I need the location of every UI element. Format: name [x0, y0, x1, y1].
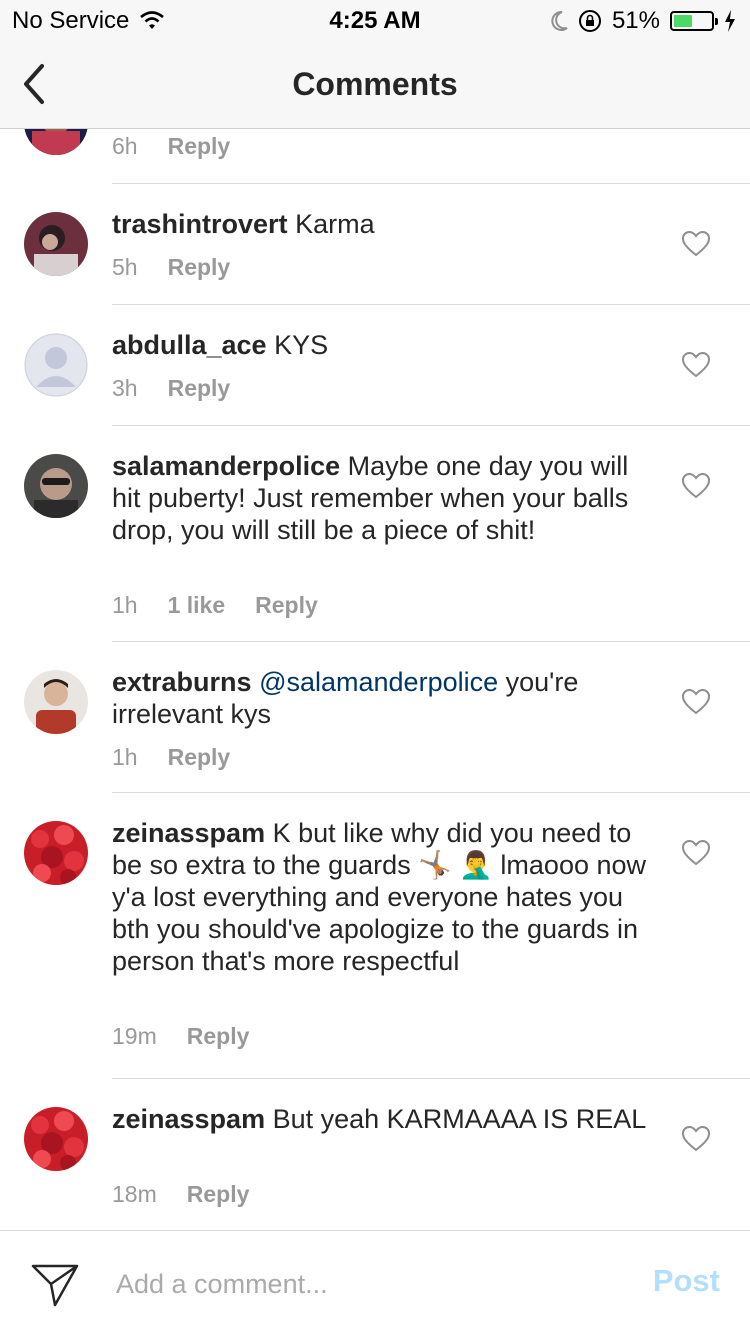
comments-list[interactable]: 6h Reply trashintrovert Karma 5h Reply a…: [0, 129, 750, 1229]
comment-username[interactable]: zeinasspam: [112, 1104, 265, 1134]
reply-button[interactable]: Reply: [168, 744, 231, 771]
divider: [112, 792, 750, 793]
avatar[interactable]: [24, 333, 88, 397]
divider: [112, 1078, 750, 1079]
navigation-bar: Comments: [0, 40, 750, 129]
comment-meta: 1h Reply: [112, 744, 230, 771]
page-title: Comments: [292, 66, 458, 102]
battery-icon: [670, 11, 718, 31]
avatar-photo: [24, 1107, 88, 1171]
status-right: 51%: [550, 7, 736, 35]
comment-username[interactable]: extraburns: [112, 667, 252, 697]
comment-body: But yeah KARMAAAA IS REAL: [272, 1104, 647, 1134]
comment-time: 5h: [112, 254, 138, 280]
comment-time: 6h: [112, 133, 138, 159]
divider: [112, 641, 750, 642]
avatar-photo: [24, 212, 88, 276]
comment-text: zeinasspam K but like why did you need t…: [112, 817, 657, 977]
avatar-photo: [24, 821, 88, 885]
comment-text: zeinasspam But yeah KARMAAAA IS REAL: [112, 1103, 657, 1135]
like-count[interactable]: 1 like: [168, 592, 226, 619]
battery-nub: [715, 18, 718, 25]
comment-time: 3h: [112, 375, 138, 401]
rotation-lock-icon: [578, 10, 601, 32]
comment-meta: 3h Reply: [112, 375, 230, 402]
comment-mention[interactable]: @salamanderpolice: [259, 667, 498, 697]
battery-fill: [674, 15, 693, 27]
comment-meta: 5h Reply: [112, 254, 230, 281]
default-avatar-icon: [24, 333, 88, 397]
charging-bolt-icon: [725, 10, 735, 32]
comment-time: 1h: [112, 592, 138, 618]
battery-percent: 51%: [611, 7, 660, 34]
comment-body: KYS: [274, 330, 329, 360]
comment-input[interactable]: [114, 1261, 618, 1307]
comment-username[interactable]: abdulla_ace: [112, 330, 267, 360]
divider: [112, 304, 750, 305]
comment-username[interactable]: trashintrovert: [112, 209, 288, 239]
comment-meta: 18m Reply: [112, 1181, 249, 1208]
comment-text: abdulla_ace KYS: [112, 329, 657, 361]
reply-button[interactable]: Reply: [168, 133, 231, 160]
heart-icon[interactable]: [682, 840, 710, 866]
comment-time: 18m: [112, 1181, 157, 1207]
comment-text: salamanderpolice Maybe one day you will …: [112, 450, 657, 546]
comment-meta: 19m Reply: [112, 1023, 249, 1050]
avatar[interactable]: [24, 670, 88, 734]
direct-send-icon[interactable]: [30, 1261, 80, 1309]
avatar-photo: [24, 129, 88, 155]
avatar-photo: [24, 670, 88, 734]
reply-button[interactable]: Reply: [187, 1181, 250, 1208]
reply-button[interactable]: Reply: [255, 592, 318, 619]
moon-icon: [551, 11, 568, 31]
heart-icon[interactable]: [682, 473, 710, 499]
comment-time: 19m: [112, 1023, 157, 1049]
avatar[interactable]: [24, 129, 88, 155]
avatar[interactable]: [24, 454, 88, 518]
avatar[interactable]: [24, 821, 88, 885]
comment-text: extraburns @salamanderpolice you're irre…: [112, 666, 657, 730]
comment-composer: Post: [0, 1230, 750, 1334]
comment-time: 1h: [112, 744, 138, 770]
comments-screen: No Service 4:25 AM 51% Comments 6h Reply…: [0, 0, 750, 1334]
divider: [112, 183, 750, 184]
status-bar: No Service 4:25 AM 51%: [0, 0, 750, 40]
heart-icon[interactable]: [682, 1126, 710, 1152]
reply-button[interactable]: Reply: [187, 1023, 250, 1050]
heart-icon[interactable]: [682, 689, 710, 715]
avatar[interactable]: [24, 1107, 88, 1171]
divider: [112, 425, 750, 426]
comment-body: Karma: [295, 209, 375, 239]
reply-button[interactable]: Reply: [168, 375, 231, 402]
heart-icon[interactable]: [682, 231, 710, 257]
comment-username[interactable]: salamanderpolice: [112, 451, 340, 481]
comment-meta: 1h 1 like Reply: [112, 592, 318, 619]
reply-button[interactable]: Reply: [168, 254, 231, 281]
comment-username[interactable]: zeinasspam: [112, 818, 265, 848]
comment-meta: 6h Reply: [112, 133, 230, 160]
heart-icon[interactable]: [682, 352, 710, 378]
comment-text: trashintrovert Karma: [112, 208, 657, 240]
avatar[interactable]: [24, 212, 88, 276]
avatar-photo: [24, 454, 88, 518]
post-button[interactable]: Post: [653, 1263, 720, 1299]
